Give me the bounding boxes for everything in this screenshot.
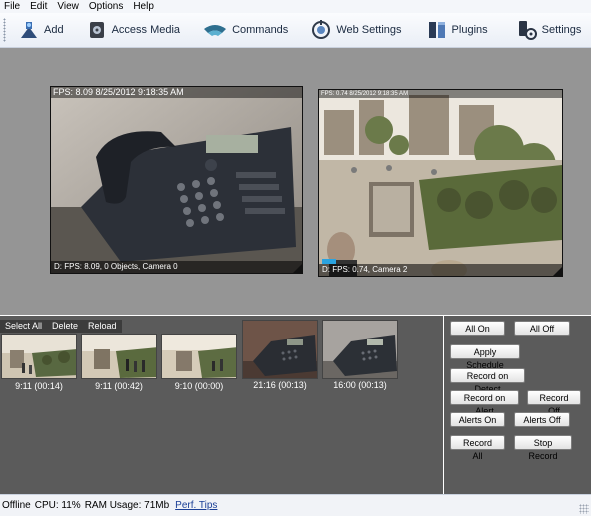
camera-2-fps-overlay: FPS: 0.74 8/25/2012 9:18:35 AM bbox=[319, 90, 562, 98]
camera-2-view[interactable]: FPS: 0.74 8/25/2012 9:18:35 AM D: FPS: 0… bbox=[318, 89, 563, 277]
recording-caption: 21:16 (00:13) bbox=[253, 380, 307, 390]
phone-scene-image bbox=[51, 87, 302, 273]
camera-0-fps-overlay: FPS: 8.09 8/25/2012 9:18:35 AM bbox=[51, 87, 302, 98]
camera-0-view[interactable]: FPS: 8.09 8/25/2012 9:18:35 AM D: FPS: 8… bbox=[50, 86, 303, 274]
record-off-button[interactable]: Record Off bbox=[527, 390, 581, 416]
delete-button[interactable]: Delete bbox=[47, 320, 83, 333]
access-media-label: Access Media bbox=[111, 24, 181, 36]
phone-thumbnail-image bbox=[322, 320, 398, 379]
camera-stage: FPS: 8.09 8/25/2012 9:18:35 AM D: FPS: 8… bbox=[0, 48, 591, 315]
settings-button[interactable]: Settings bbox=[510, 16, 590, 44]
record-on-detect-button[interactable]: Record on Detect bbox=[450, 368, 525, 394]
add-camera-icon bbox=[18, 19, 40, 41]
camera-2-info-overlay: D: FPS: 0.74, Camera 2 bbox=[319, 264, 562, 276]
camera-controls-panel: All On All Off Apply Schedule Record on … bbox=[444, 316, 591, 494]
record-all-button[interactable]: Record All bbox=[450, 435, 505, 461]
camera-2-resize-corner[interactable] bbox=[553, 267, 562, 276]
alerts-on-button[interactable]: Alerts On bbox=[450, 412, 505, 427]
stop-record-button[interactable]: Stop Record bbox=[514, 435, 572, 461]
select-all-button[interactable]: Select All bbox=[0, 320, 47, 333]
menu-view[interactable]: View bbox=[52, 0, 84, 13]
recording-caption: 9:11 (00:14) bbox=[15, 381, 63, 391]
menu-file[interactable]: File bbox=[0, 0, 25, 13]
menu-help[interactable]: Help bbox=[128, 0, 159, 13]
recording-caption: 9:10 (00:00) bbox=[174, 381, 224, 391]
add-label: Add bbox=[44, 24, 64, 36]
camera-0-resize-corner[interactable] bbox=[293, 264, 302, 273]
all-on-button[interactable]: All On bbox=[450, 321, 505, 336]
recording-caption: 9:11 (00:42) bbox=[95, 381, 143, 391]
web-settings-button[interactable]: Web Settings bbox=[304, 16, 409, 44]
street-thumbnail-image bbox=[161, 334, 237, 379]
toolbar-grip[interactable] bbox=[3, 18, 6, 42]
main-toolbar: Add Access Media Commands Web Settings P… bbox=[0, 13, 591, 48]
recording-thumbnail[interactable]: 21:16 (00:13) bbox=[242, 320, 318, 392]
menu-edit[interactable]: Edit bbox=[25, 0, 52, 13]
connection-status: Offline bbox=[2, 500, 31, 511]
status-bar: Offline CPU: 11% RAM Usage: 71Mb Perf. T… bbox=[0, 494, 591, 516]
cpu-usage: CPU: 11% bbox=[34, 500, 81, 511]
reload-button[interactable]: Reload bbox=[83, 320, 122, 333]
recording-thumbnail[interactable]: 9:11 (00:14) bbox=[1, 334, 77, 392]
recording-caption: 16:00 (00:13) bbox=[333, 380, 387, 390]
recording-thumbnail[interactable]: 9:11 (00:42) bbox=[81, 334, 157, 392]
plugins-button[interactable]: Plugins bbox=[420, 16, 496, 44]
street-scene-image bbox=[319, 90, 562, 276]
window-size-grip[interactable] bbox=[579, 504, 589, 514]
perf-tips-link[interactable]: Perf. Tips bbox=[175, 500, 217, 511]
recording-thumbnail[interactable]: 16:00 (00:13) bbox=[322, 320, 398, 392]
recording-thumbnail[interactable]: 9:10 (00:00) bbox=[161, 334, 237, 392]
phone-thumbnail-image bbox=[242, 320, 318, 379]
access-media-button[interactable]: Access Media bbox=[80, 16, 188, 44]
media-icon bbox=[86, 19, 108, 41]
apply-schedule-button[interactable]: Apply Schedule bbox=[450, 344, 520, 370]
plugins-label: Plugins bbox=[451, 24, 488, 36]
commands-icon bbox=[202, 19, 228, 41]
menu-options[interactable]: Options bbox=[84, 0, 128, 13]
web-settings-icon bbox=[310, 19, 332, 41]
alerts-off-button[interactable]: Alerts Off bbox=[514, 412, 570, 427]
settings-label: Settings bbox=[541, 24, 582, 36]
street-thumbnail-image bbox=[1, 334, 77, 379]
commands-label: Commands bbox=[232, 24, 289, 36]
record-on-alert-button[interactable]: Record on Alert bbox=[450, 390, 519, 416]
add-button[interactable]: Add bbox=[12, 16, 72, 44]
ram-usage: RAM Usage: 71Mb bbox=[84, 500, 170, 511]
recordings-toolbar: Select All Delete Reload bbox=[0, 320, 122, 333]
commands-button[interactable]: Commands bbox=[196, 16, 296, 44]
web-settings-label: Web Settings bbox=[336, 24, 402, 36]
all-off-button[interactable]: All Off bbox=[514, 321, 570, 336]
street-thumbnail-image bbox=[81, 334, 157, 379]
menu-bar: File Edit View Options Help bbox=[0, 0, 591, 13]
camera-0-info-overlay: D: FPS: 8.09, 0 Objects, Camera 0 bbox=[51, 261, 302, 273]
settings-icon bbox=[516, 19, 538, 41]
plugins-icon bbox=[426, 19, 448, 41]
recordings-panel: Select All Delete Reload 9:11 (00:14) 9:… bbox=[0, 316, 443, 494]
